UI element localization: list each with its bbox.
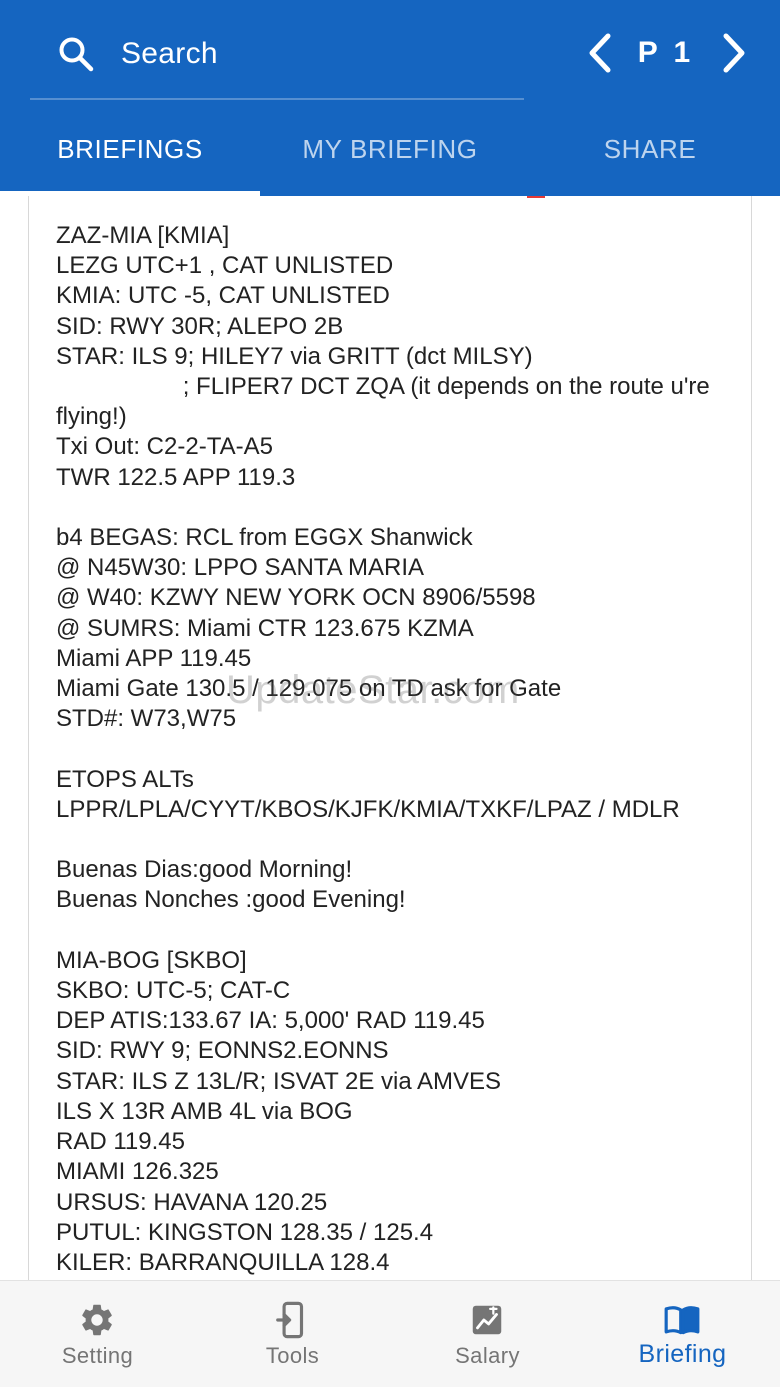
tab-share[interactable]: SHARE xyxy=(520,112,780,196)
briefing-text: ZAZ-MIA [KMIA] LEZG UTC+1 , CAT UNLISTED… xyxy=(56,222,710,1276)
nav-label-salary: Salary xyxy=(455,1343,520,1368)
nav-label-setting: Setting xyxy=(61,1343,134,1368)
red-marker xyxy=(527,196,545,198)
bottom-navigation: Setting Tools Salary Briefing xyxy=(0,1280,780,1387)
salary-icon xyxy=(472,1305,502,1335)
nav-item-setting[interactable]: Setting xyxy=(0,1281,195,1387)
tab-my-briefing[interactable]: MY BRIEFING xyxy=(260,112,520,196)
nav-item-briefing[interactable]: Briefing xyxy=(585,1281,780,1387)
tools-icon xyxy=(276,1301,304,1339)
app-header: Search P 1 BRIEFINGS MY BRIEFING SHARE xyxy=(0,0,780,196)
book-icon xyxy=(664,1306,700,1335)
search-input[interactable]: Search xyxy=(121,36,218,72)
active-tab-indicator xyxy=(0,191,260,196)
chevron-left-icon[interactable] xyxy=(578,28,622,78)
nav-label-briefing: Briefing xyxy=(638,1340,727,1368)
briefing-content[interactable]: ZAZ-MIA [KMIA] LEZG UTC+1 , CAT UNLISTED… xyxy=(0,196,780,1280)
briefing-card: ZAZ-MIA [KMIA] LEZG UTC+1 , CAT UNLISTED… xyxy=(28,196,752,1280)
chevron-right-icon[interactable] xyxy=(712,28,756,78)
search-icon xyxy=(59,37,94,72)
gear-icon xyxy=(82,1304,112,1336)
page-indicator: P 1 xyxy=(637,36,695,69)
tab-briefings[interactable]: BRIEFINGS xyxy=(0,112,260,196)
nav-item-tools[interactable]: Tools xyxy=(195,1281,390,1387)
nav-item-salary[interactable]: Salary xyxy=(390,1281,585,1387)
nav-label-tools: Tools xyxy=(265,1343,320,1368)
app-root: Search P 1 BRIEFINGS MY BRIEFING SHARE Z… xyxy=(0,0,780,1387)
search-bar[interactable]: Search xyxy=(30,20,524,100)
tab-bar: BRIEFINGS MY BRIEFING SHARE xyxy=(0,112,780,196)
